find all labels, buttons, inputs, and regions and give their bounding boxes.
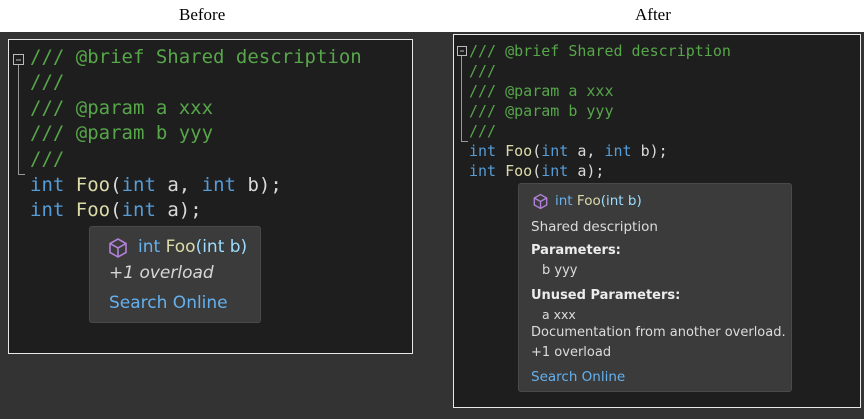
keyword: int (121, 174, 156, 196)
signature-keyword: int (555, 193, 573, 209)
quickinfo-tooltip: int Foo(int b) Shared description Parame… (518, 183, 792, 392)
punctuation: ( (532, 162, 542, 180)
unused-parameters-heading: Unused Parameters: (531, 288, 681, 303)
code-line: int Foo(int a, int b); (469, 142, 668, 160)
comment-line: /// (469, 62, 497, 80)
keyword: int (469, 142, 497, 160)
function-name: Foo (505, 142, 533, 160)
unused-parameter-item: a xxx (542, 307, 576, 322)
signature-args: (int b) (195, 237, 248, 257)
punctuation: ); (258, 174, 282, 196)
keyword: int (604, 142, 632, 160)
comment-line: /// @brief Shared description (30, 46, 362, 68)
comment-line: /// @param b yyy (30, 122, 214, 144)
parameter: b (631, 142, 650, 160)
punctuation: ( (110, 174, 122, 196)
fold-line (461, 56, 468, 142)
punctuation: ); (586, 162, 605, 180)
punctuation: ); (649, 142, 668, 160)
function-name: Foo (75, 174, 111, 196)
signature: int Foo(int b) (555, 193, 642, 209)
comment-line: /// @param a xxx (469, 82, 614, 100)
punctuation: ); (178, 199, 202, 221)
comment-line: /// @param a xxx (30, 97, 214, 119)
keyword: int (541, 142, 569, 160)
keyword: int (30, 174, 65, 196)
header-bar: Before After (0, 0, 864, 32)
overload-doc-note: Documentation from another overload. (531, 325, 786, 340)
after-editor-panel: /// @brief Shared description /// /// @p… (453, 34, 861, 408)
parameter: b (236, 174, 259, 196)
code-line: int Foo(int a); (30, 199, 202, 221)
parameters-heading: Parameters: (531, 243, 621, 258)
signature-args: (int b) (600, 193, 642, 209)
function-name: Foo (505, 162, 533, 180)
signature-function: Foo (165, 237, 196, 257)
quickinfo-tooltip: int Foo(int b) +1 overload Search Online (89, 226, 261, 323)
after-label: After (635, 5, 671, 24)
cube-icon (533, 193, 548, 210)
before-label: Before (179, 5, 226, 24)
punctuation: ( (532, 142, 542, 160)
comment-line: /// (30, 71, 65, 93)
punctuation: , (178, 174, 202, 196)
before-editor-panel: /// @brief Shared description /// /// @p… (8, 39, 413, 354)
keyword: int (30, 199, 65, 221)
parameter: a (568, 142, 587, 160)
cube-icon (109, 238, 127, 258)
fold-toggle[interactable] (457, 46, 467, 56)
function-name: Foo (75, 199, 111, 221)
keyword: int (201, 174, 236, 196)
search-online-link[interactable]: Search Online (531, 369, 625, 385)
code-line: int Foo(int a); (469, 162, 604, 180)
keyword: int (121, 199, 156, 221)
comment-line: /// (30, 148, 65, 170)
keyword: int (469, 162, 497, 180)
punctuation: ( (110, 199, 122, 221)
description: Shared description (531, 219, 658, 235)
fold-line (18, 65, 25, 175)
parameter-item: b yyy (542, 263, 578, 278)
code-line: int Foo(int a, int b); (30, 174, 282, 196)
comment-line: /// @param b yyy (469, 102, 614, 120)
comment-line: /// (469, 122, 497, 140)
signature-keyword: int (138, 237, 161, 257)
comment-line: /// @brief Shared description (469, 42, 731, 60)
parameter: a (155, 174, 179, 196)
overload-count: +1 overload (531, 345, 612, 360)
punctuation: , (586, 142, 605, 160)
signature-function: Foo (576, 193, 601, 209)
search-online-link[interactable]: Search Online (109, 293, 228, 313)
signature: int Foo(int b) (138, 237, 247, 257)
keyword: int (541, 162, 569, 180)
parameter: a (568, 162, 587, 180)
parameter: a (155, 199, 179, 221)
overload-count: +1 overload (109, 263, 214, 283)
fold-toggle[interactable] (13, 54, 24, 65)
